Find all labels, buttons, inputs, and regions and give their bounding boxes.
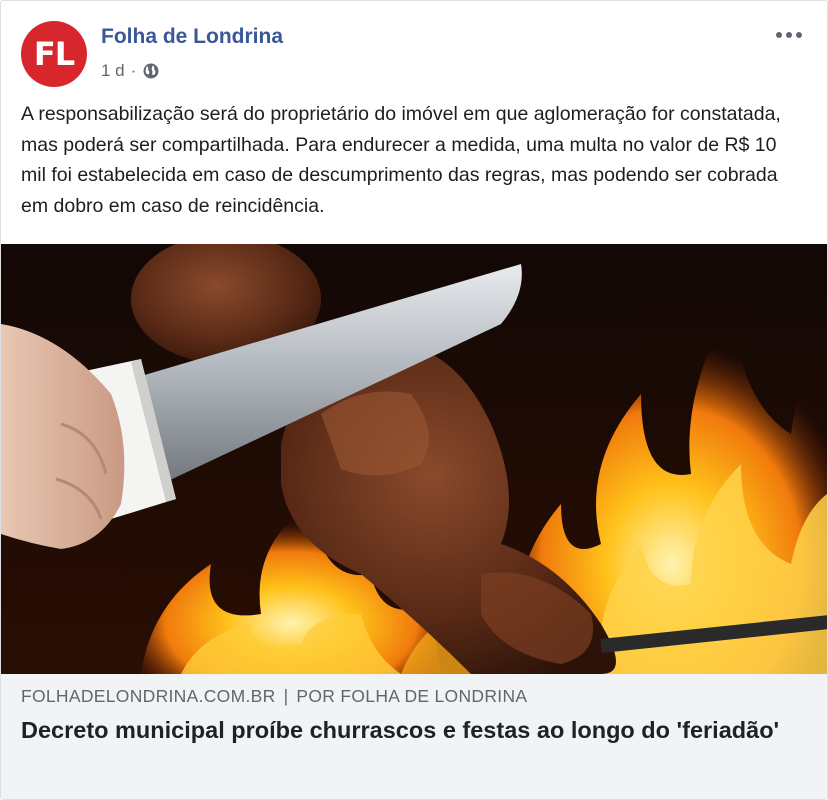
page-name-link[interactable]: Folha de Londrina (101, 25, 283, 49)
globe-icon[interactable] (142, 62, 160, 80)
post-timestamp[interactable]: 1 d (101, 61, 125, 81)
bbq-photo (1, 244, 827, 674)
link-source: FOLHADELONDRINA.COM.BR | POR FOLHA DE LOND… (21, 686, 527, 707)
facebook-post: FL Folha de Londrina 1 d · A responsabil… (0, 0, 828, 800)
avatar[interactable]: FL (21, 21, 87, 87)
meta-separator: · (130, 61, 137, 80)
link-title[interactable]: Decreto municipal proíbe churrascos e fe… (21, 714, 797, 746)
more-icon[interactable] (771, 23, 807, 47)
link-preview-image[interactable] (1, 244, 827, 674)
post-meta: 1 d · (101, 61, 160, 81)
link-divider: | (283, 686, 289, 706)
post-text: A responsabilização será do proprietário… (21, 103, 781, 217)
link-preview-info[interactable]: FOLHADELONDRINA.COM.BR | POR FOLHA DE LOND… (1, 674, 827, 799)
link-author: POR FOLHA DE LONDRINA (296, 686, 528, 706)
link-domain: FOLHADELONDRINA.COM.BR (21, 686, 276, 706)
post-header: FL Folha de Londrina 1 d · (21, 21, 807, 91)
